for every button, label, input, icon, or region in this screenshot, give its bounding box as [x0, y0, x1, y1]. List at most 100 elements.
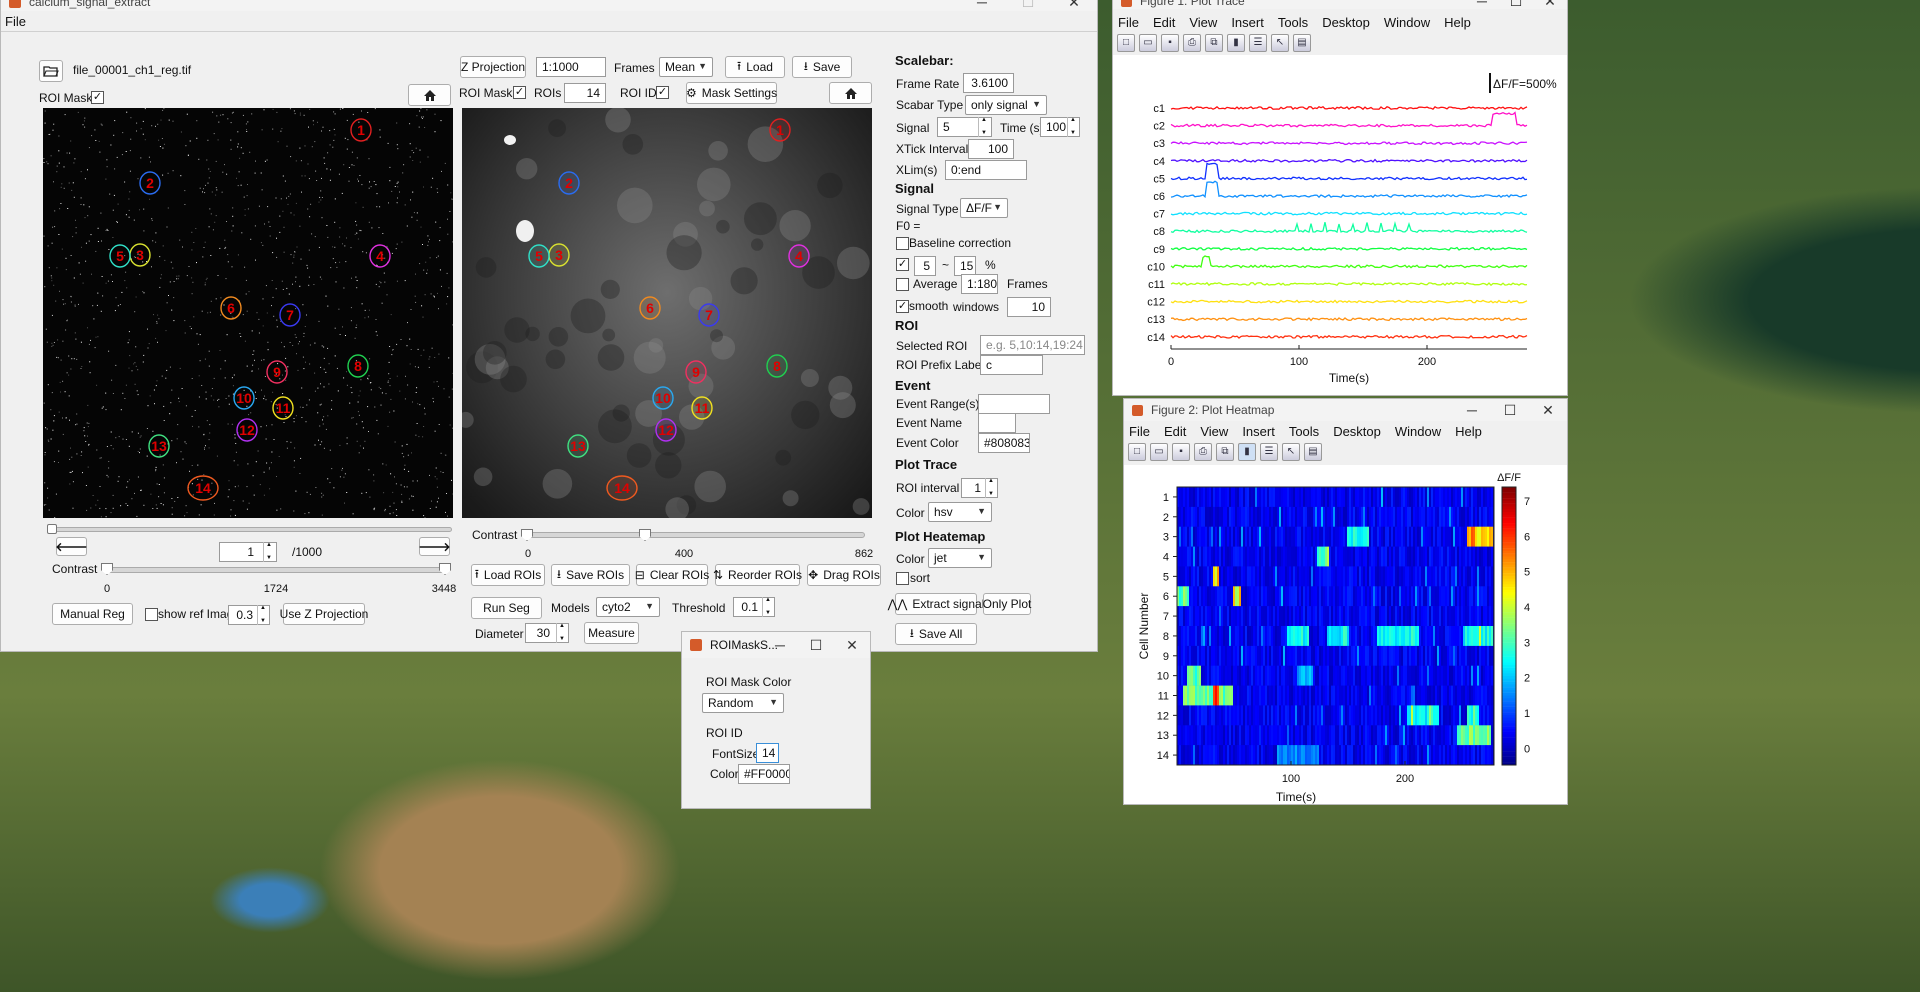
menu-help[interactable]: Help	[1444, 15, 1471, 30]
only-plot-button[interactable]: Only Plot	[983, 593, 1031, 615]
right-contrast-slider[interactable]	[527, 532, 865, 538]
z-projection-button[interactable]: Z Projection	[460, 56, 526, 78]
raw-frame-image[interactable]: 1 2 3 4 5 6 7 8 9 10 11 12 13 14	[43, 108, 453, 518]
reorder-rois-button[interactable]: ⇅ Reorder ROIs	[713, 564, 802, 586]
save-all-button[interactable]: ⭳ Save All	[895, 623, 977, 645]
event-color-input[interactable]: #808083	[978, 433, 1030, 453]
home-right-button[interactable]	[829, 82, 872, 104]
maximize-icon[interactable]: ☐	[798, 632, 834, 658]
frame-number-spinner[interactable]	[263, 542, 275, 562]
minimize-icon[interactable]: ─	[1465, 0, 1499, 9]
prefix-input[interactable]: c	[980, 355, 1043, 375]
prev-frame-button[interactable]: 🡐	[55, 537, 88, 556]
maximize-icon[interactable]: ☐	[1499, 0, 1533, 9]
menu-insert[interactable]: Insert	[1242, 424, 1275, 439]
clear-rois-button[interactable]: ⊟ Clear ROIs	[635, 564, 709, 586]
property-editor-icon[interactable]: ▤	[1293, 34, 1311, 52]
menu-window[interactable]: Window	[1384, 15, 1430, 30]
roi-mask-left-checkbox[interactable]: ✓	[91, 91, 104, 104]
windows-input[interactable]: 10	[1007, 297, 1051, 317]
legend-icon[interactable]: ☰	[1249, 34, 1267, 52]
frame-range-input[interactable]: 1:1000	[536, 57, 606, 77]
close-icon[interactable]: ✕	[1533, 0, 1567, 9]
percentile-checkbox[interactable]: ✓	[896, 258, 909, 271]
link-icon[interactable]: ⧉	[1216, 443, 1234, 461]
event-range-input[interactable]	[978, 394, 1050, 414]
menu-edit[interactable]: Edit	[1153, 15, 1175, 30]
selected-roi-input[interactable]: e.g. 5,10:14,19:24	[980, 335, 1085, 355]
colorbar-icon[interactable]: ▮	[1227, 34, 1245, 52]
menu-file[interactable]: File	[1118, 15, 1139, 30]
close-icon[interactable]: ✕	[1529, 399, 1567, 421]
menu-window[interactable]: Window	[1395, 424, 1441, 439]
use-z-projection-button[interactable]: Use Z Projection	[280, 603, 368, 625]
pointer-icon[interactable]: ↖	[1282, 443, 1300, 461]
run-seg-button[interactable]: Run Seg	[471, 597, 542, 619]
measure-button[interactable]: Measure	[584, 622, 639, 644]
left-contrast-slider[interactable]	[107, 567, 445, 573]
maximize-icon[interactable]: ☐	[1491, 399, 1529, 421]
minimize-icon[interactable]: ─	[762, 632, 798, 658]
frame-rate-input[interactable]: 3.6100	[963, 73, 1014, 93]
pointer-icon[interactable]: ↖	[1271, 34, 1289, 52]
frame-slider-thumb[interactable]	[47, 524, 57, 534]
ref-value-spinner[interactable]	[257, 605, 269, 625]
smooth-checkbox[interactable]: ✓	[896, 300, 909, 313]
minimize-icon[interactable]: ─	[1453, 399, 1491, 421]
frame-slider[interactable]	[50, 527, 452, 532]
maximize-icon[interactable]: ☐	[1005, 0, 1051, 11]
models-select[interactable]: cyto2	[596, 597, 660, 617]
pct-low-input[interactable]: 5	[914, 256, 936, 276]
projection-image[interactable]: 1 2 3 4 5 6 7 8 9 10 11 12 13 14	[462, 108, 872, 518]
show-ref-checkbox[interactable]	[145, 608, 158, 621]
menu-file[interactable]: File	[1129, 424, 1150, 439]
diameter-spinner[interactable]	[556, 623, 568, 643]
mask-settings-button[interactable]: ⚙ Mask Settings	[686, 82, 777, 104]
next-frame-button[interactable]: 🡒	[418, 537, 451, 556]
save-figure-icon[interactable]: ▪	[1161, 34, 1179, 52]
menu-tools[interactable]: Tools	[1278, 15, 1308, 30]
menu-help[interactable]: Help	[1455, 424, 1482, 439]
manual-reg-button[interactable]: Manual Reg	[52, 603, 133, 625]
menu-view[interactable]: View	[1200, 424, 1228, 439]
xlim-input[interactable]: 0:end	[945, 160, 1027, 180]
menu-edit[interactable]: Edit	[1164, 424, 1186, 439]
print-icon[interactable]: ⎙	[1183, 34, 1201, 52]
threshold-spinner[interactable]	[762, 597, 774, 617]
heatmap-color-select[interactable]: jet	[928, 548, 992, 568]
load-button[interactable]: ⭱ Load	[725, 56, 785, 78]
drag-rois-button[interactable]: ✥ Drag ROIs	[807, 564, 881, 586]
signal-spinner[interactable]	[978, 117, 990, 137]
menu-view[interactable]: View	[1189, 15, 1217, 30]
xtick-input[interactable]: 100	[968, 139, 1014, 159]
link-icon[interactable]: ⧉	[1205, 34, 1223, 52]
new-figure-icon[interactable]: □	[1128, 443, 1146, 461]
signal-type-select[interactable]: ΔF/F	[960, 198, 1008, 218]
colorbar-icon[interactable]: ▮	[1238, 443, 1256, 461]
open-file-icon[interactable]: ▭	[1139, 34, 1157, 52]
frames-mode-select[interactable]: Mean	[659, 57, 713, 77]
home-left-button[interactable]	[408, 84, 451, 106]
average-checkbox[interactable]	[896, 278, 909, 291]
roi-id-checkbox[interactable]: ✓	[656, 86, 669, 99]
menu-file[interactable]: File	[5, 14, 26, 29]
event-name-input[interactable]	[978, 413, 1016, 433]
save-button[interactable]: ⭳ Save	[792, 56, 852, 78]
close-icon[interactable]: ✕	[834, 632, 870, 658]
scalebar-type-select[interactable]: only signal	[965, 95, 1047, 115]
average-input[interactable]: 1:180	[961, 274, 998, 294]
load-rois-button[interactable]: ⭱ Load ROIs	[471, 564, 545, 586]
mask-color-select[interactable]: Random	[702, 693, 784, 713]
menu-desktop[interactable]: Desktop	[1333, 424, 1381, 439]
baseline-checkbox[interactable]	[896, 237, 909, 250]
pct-high-input[interactable]: 15	[954, 256, 976, 276]
time-spinner[interactable]	[1067, 117, 1079, 137]
minimize-icon[interactable]: ─	[959, 0, 1005, 11]
extract-signal-button[interactable]: ⋀⋀ Extract signal	[888, 593, 984, 615]
trace-color-select[interactable]: hsv	[928, 502, 992, 522]
menu-desktop[interactable]: Desktop	[1322, 15, 1370, 30]
new-figure-icon[interactable]: □	[1117, 34, 1135, 52]
sort-checkbox[interactable]	[896, 572, 909, 585]
open-folder-button[interactable]	[39, 60, 63, 82]
legend-icon[interactable]: ☰	[1260, 443, 1278, 461]
